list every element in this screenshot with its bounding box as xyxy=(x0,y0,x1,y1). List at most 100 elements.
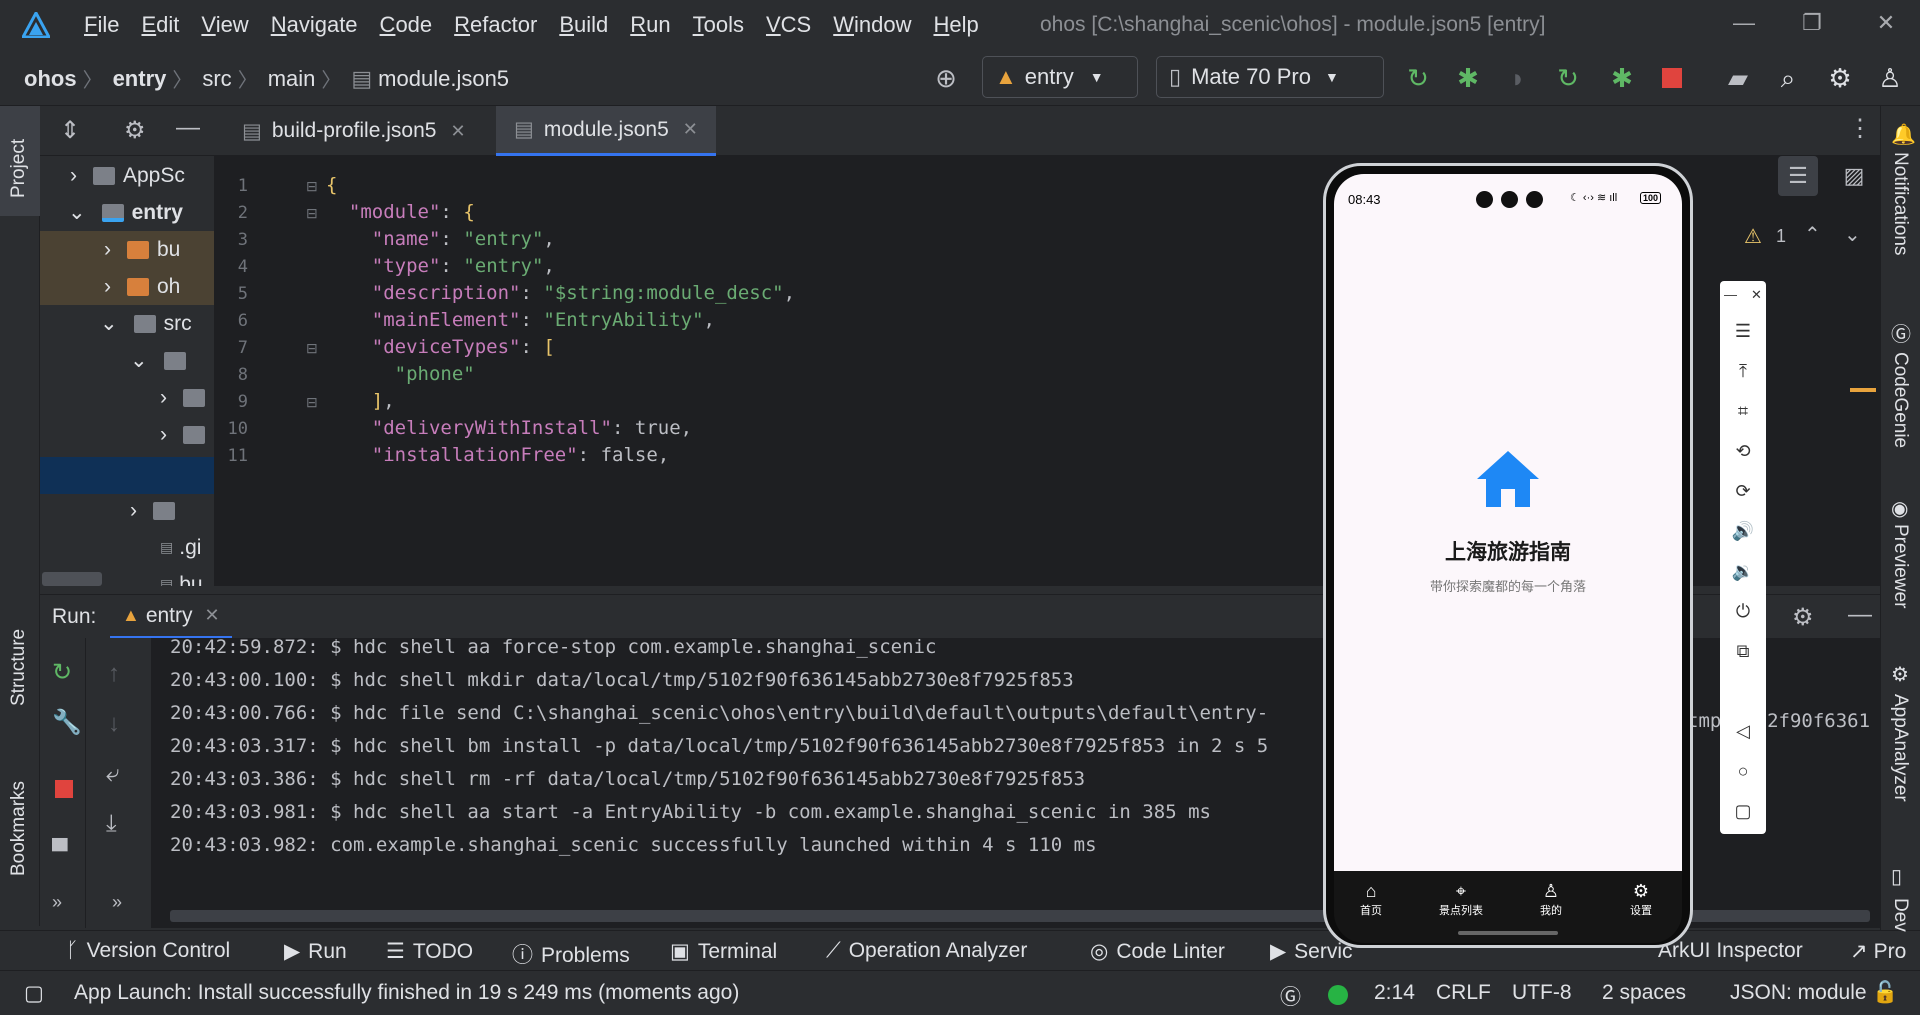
volume-down-icon[interactable]: 🔉 xyxy=(1720,561,1766,582)
code-line[interactable]: "phone" xyxy=(326,363,475,385)
cursor-position[interactable]: 2:14 xyxy=(1374,981,1415,1005)
code-line[interactable]: { xyxy=(326,174,337,196)
rerun-icon[interactable]: ↻ xyxy=(1402,62,1434,94)
attach-debugger-icon[interactable]: ◗ xyxy=(1502,62,1534,94)
device-dropdown[interactable]: ▯ Mate 70 Pro ▼ xyxy=(1156,56,1384,98)
fold-marker-icon[interactable]: ⊟ xyxy=(306,205,318,222)
crop-icon[interactable]: ⌗ xyxy=(1720,401,1766,422)
phone-screen[interactable]: 08:43 ☾ ‹·› ≋ ıll 100 上海旅游指南 带你探索魔都的每一个角… xyxy=(1334,174,1682,871)
expand-icon[interactable]: » xyxy=(112,892,122,913)
menu-item-vcs[interactable]: VCS xyxy=(766,12,811,38)
tab-profiler[interactable]: ↗ Pro xyxy=(1850,939,1906,964)
project-tool-label[interactable]: Project xyxy=(8,139,30,198)
notifications-tool-label[interactable]: Notifications xyxy=(1889,152,1911,256)
tab-arkui-inspector[interactable]: ArkUI Inspector xyxy=(1658,939,1803,963)
image-view-icon[interactable]: ▨ xyxy=(1834,156,1874,196)
code-line[interactable]: ], xyxy=(326,390,395,412)
status-indicator-icon[interactable] xyxy=(1328,985,1348,1005)
breadcrumb-item-main[interactable]: main xyxy=(268,66,316,92)
tab-version-control[interactable]: ᚴ Version Control xyxy=(66,939,230,963)
back-icon[interactable]: ◁ xyxy=(1720,721,1766,742)
codegenie-icon[interactable]: Ⓖ xyxy=(1891,318,1911,347)
structure-tool-label[interactable]: Structure xyxy=(8,629,30,706)
tree-item-build[interactable]: › bu xyxy=(40,231,214,268)
close-window-button[interactable]: ✕ xyxy=(1866,10,1906,40)
menu-item-build[interactable]: Build xyxy=(559,12,608,38)
volume-up-icon[interactable]: 🔊 xyxy=(1720,521,1766,542)
menu-item-help[interactable]: Help xyxy=(933,12,978,38)
minimize-button[interactable]: — xyxy=(1724,10,1764,40)
home-button-icon[interactable]: ○ xyxy=(1720,761,1766,782)
home-indicator[interactable] xyxy=(1458,931,1558,935)
code-line[interactable]: "deliveryWithInstall": true, xyxy=(326,417,692,439)
menu-item-run[interactable]: Run xyxy=(630,12,670,38)
profile-icon[interactable]: ✱ xyxy=(1606,62,1638,94)
next-highlight-icon[interactable]: ⌄ xyxy=(1844,222,1861,247)
bookmarks-tool-label[interactable]: Bookmarks xyxy=(8,781,30,876)
crosshair-icon[interactable]: ⊕ xyxy=(930,62,962,94)
tab-terminal[interactable]: ▣ Terminal xyxy=(670,939,777,964)
breadcrumb-item-entry[interactable]: entry xyxy=(113,66,167,92)
code-line[interactable]: "installationFree": false, xyxy=(326,444,669,466)
file-encoding[interactable]: UTF-8 xyxy=(1512,981,1572,1005)
power-icon[interactable]: ⏻ xyxy=(1720,601,1766,622)
code-line[interactable]: "name": "entry", xyxy=(326,228,555,250)
layout-icon[interactable]: ▀ xyxy=(52,838,68,864)
collapse-all-icon[interactable]: ⇕ xyxy=(60,116,80,145)
apply-changes-icon[interactable]: ↻ xyxy=(1552,62,1584,94)
tab-module-json5[interactable]: ▤ module.json5 ✕ xyxy=(496,106,716,156)
code-line[interactable]: "deviceTypes": [ xyxy=(326,336,555,358)
device-tool-label[interactable]: Dev xyxy=(1889,898,1911,932)
tree-item-entry[interactable]: ⌄ entry xyxy=(40,194,214,231)
wrench-icon[interactable]: 🔧 xyxy=(52,708,82,737)
close-tab-icon[interactable]: ✕ xyxy=(205,605,220,626)
account-icon[interactable]: ♙ xyxy=(1874,62,1906,94)
nav-profile[interactable]: ♙ 我的 xyxy=(1516,881,1586,918)
hide-panel-icon[interactable]: — xyxy=(176,114,200,142)
tree-item-selected[interactable] xyxy=(40,457,214,494)
tree-item-child[interactable]: › xyxy=(40,416,214,453)
appanalyzer-tool-label[interactable]: AppAnalyzer xyxy=(1889,694,1911,802)
tab-todo[interactable]: ☰ TODO xyxy=(386,939,473,964)
lock-icon[interactable]: 🔓 xyxy=(1872,981,1898,1005)
toggle-tool-windows-icon[interactable]: ▢ xyxy=(24,981,44,1006)
tree-item-child[interactable]: › xyxy=(40,379,214,416)
stop-icon[interactable] xyxy=(1656,62,1688,94)
json-schema[interactable]: JSON: module xyxy=(1730,981,1867,1005)
more-options-icon[interactable]: ⋮ xyxy=(1848,114,1872,143)
tree-item-appscope[interactable]: › AppSc xyxy=(40,157,214,194)
tree-item-gitignore[interactable]: ▤ .gi xyxy=(40,529,214,566)
code-line[interactable]: "mainElement": "EntryAbility", xyxy=(326,309,715,331)
menu-item-view[interactable]: View xyxy=(201,12,248,38)
hide-panel-icon[interactable]: — xyxy=(1848,601,1872,629)
menu-item-navigate[interactable]: Navigate xyxy=(271,12,358,38)
tab-build-profile[interactable]: ▤ build-profile.json5 ✕ xyxy=(224,106,484,156)
breadcrumb-item-src[interactable]: src xyxy=(202,66,231,92)
horizontal-scrollbar[interactable] xyxy=(42,572,102,586)
scroll-to-end-icon[interactable]: ⤓ xyxy=(106,810,117,838)
fold-marker-icon[interactable]: ⊟ xyxy=(306,340,318,357)
gear-icon[interactable]: ⚙ xyxy=(124,116,146,145)
indent-setting[interactable]: 2 spaces xyxy=(1602,981,1686,1005)
previewer-tool-label[interactable]: Previewer xyxy=(1889,524,1911,608)
breadcrumb-item-ohos[interactable]: ohos xyxy=(24,66,77,92)
codegenie-tool-label[interactable]: CodeGenie xyxy=(1889,352,1911,448)
menu-item-refactor[interactable]: Refactor xyxy=(454,12,537,38)
code-line[interactable]: "type": "entry", xyxy=(326,255,555,277)
code-view-icon[interactable]: ☰ xyxy=(1778,156,1818,196)
rotate-right-icon[interactable]: ⟳ xyxy=(1720,481,1766,502)
tab-code-linter[interactable]: ◎ Code Linter xyxy=(1090,939,1225,964)
menu-item-edit[interactable]: Edit xyxy=(141,12,179,38)
breadcrumb-item-file[interactable]: module.json5 xyxy=(378,66,509,92)
codegenie-status-icon[interactable]: Ⓖ xyxy=(1280,981,1301,1011)
down-arrow-icon[interactable]: ↓ xyxy=(108,710,120,738)
rotate-left-icon[interactable]: ⟲ xyxy=(1720,441,1766,462)
rerun-icon[interactable]: ↻ xyxy=(52,658,72,687)
project-structure-icon[interactable]: ▰ xyxy=(1722,62,1754,94)
code-line[interactable]: "module": { xyxy=(326,201,475,223)
settings-gear-icon[interactable]: ⚙ xyxy=(1824,62,1856,94)
tab-run[interactable]: ▶ Run xyxy=(284,939,347,964)
close-tab-icon[interactable]: ✕ xyxy=(450,121,465,142)
tree-item-main[interactable]: ⌄ xyxy=(40,342,214,379)
gear-icon[interactable]: ⚙ xyxy=(1792,603,1814,632)
